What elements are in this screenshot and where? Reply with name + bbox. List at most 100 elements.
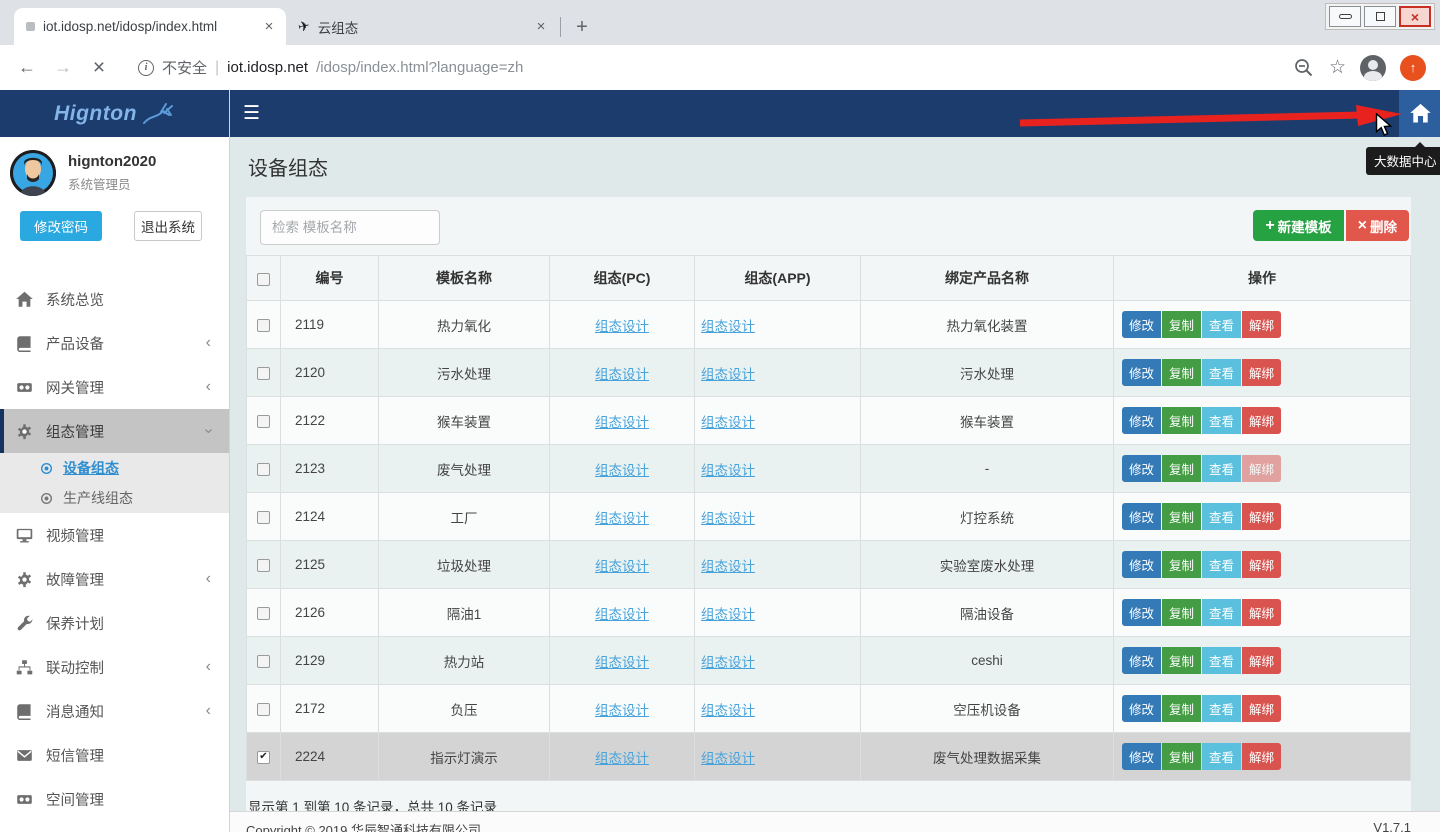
scada-pc-link[interactable]: 组态设计 bbox=[595, 463, 649, 478]
sidebar-item-1[interactable]: 产品设备 bbox=[0, 321, 229, 365]
view-button[interactable]: 查看 bbox=[1202, 407, 1241, 434]
site-info-icon[interactable] bbox=[138, 60, 154, 76]
copy-button[interactable]: 复制 bbox=[1162, 311, 1201, 338]
unbind-button[interactable]: 解绑 bbox=[1242, 599, 1281, 626]
tab-close-icon[interactable] bbox=[260, 18, 278, 36]
scada-app-link[interactable]: 组态设计 bbox=[701, 751, 755, 766]
sidebar-item-2[interactable]: 网关管理 bbox=[0, 365, 229, 409]
view-button[interactable]: 查看 bbox=[1202, 455, 1241, 482]
sidebar-item-7[interactable]: 联动控制 bbox=[0, 645, 229, 689]
sidebar-item-6[interactable]: 保养计划 bbox=[0, 601, 229, 645]
row-checkbox[interactable] bbox=[257, 607, 270, 620]
unbind-button[interactable]: 解绑 bbox=[1242, 695, 1281, 722]
new-tab-button[interactable] bbox=[569, 14, 595, 40]
unbind-button[interactable]: 解绑 bbox=[1242, 551, 1281, 578]
logout-button[interactable]: 退出系统 bbox=[134, 211, 202, 241]
view-button[interactable]: 查看 bbox=[1202, 695, 1241, 722]
restore-button[interactable] bbox=[1364, 6, 1396, 27]
back-button[interactable] bbox=[14, 55, 40, 81]
browser-tab-cloud-scada[interactable]: 云组态 bbox=[286, 8, 558, 45]
scada-app-link[interactable]: 组态设计 bbox=[701, 559, 755, 574]
unbind-button[interactable]: 解绑 bbox=[1242, 311, 1281, 338]
view-button[interactable]: 查看 bbox=[1202, 743, 1241, 770]
sidebar-subitem-1[interactable]: 生产线组态 bbox=[0, 483, 229, 513]
scada-app-link[interactable]: 组态设计 bbox=[701, 415, 755, 430]
scada-app-link[interactable]: 组态设计 bbox=[701, 703, 755, 718]
unbind-button[interactable]: 解绑 bbox=[1242, 743, 1281, 770]
copy-button[interactable]: 复制 bbox=[1162, 599, 1201, 626]
close-button[interactable] bbox=[1399, 6, 1431, 27]
scada-pc-link[interactable]: 组态设计 bbox=[595, 511, 649, 526]
scada-app-link[interactable]: 组态设计 bbox=[701, 511, 755, 526]
new-template-button[interactable]: 新建模板 bbox=[1253, 210, 1343, 241]
scada-pc-link[interactable]: 组态设计 bbox=[595, 319, 649, 334]
bookmark-star-icon[interactable] bbox=[1329, 56, 1346, 79]
edit-button[interactable]: 修改 bbox=[1122, 551, 1161, 578]
hamburger-menu-icon[interactable] bbox=[243, 102, 260, 125]
stop-reload-button[interactable] bbox=[86, 55, 112, 81]
edit-button[interactable]: 修改 bbox=[1122, 695, 1161, 722]
row-checkbox[interactable] bbox=[257, 559, 270, 572]
tab-close-icon[interactable] bbox=[532, 18, 550, 36]
sidebar-subitem-0[interactable]: 设备组态 bbox=[0, 453, 229, 483]
edit-button[interactable]: 修改 bbox=[1122, 599, 1161, 626]
big-data-center-button[interactable] bbox=[1399, 90, 1440, 137]
copy-button[interactable]: 复制 bbox=[1162, 695, 1201, 722]
extension-icon[interactable] bbox=[1400, 55, 1426, 81]
copy-button[interactable]: 复制 bbox=[1162, 551, 1201, 578]
row-checkbox[interactable] bbox=[257, 319, 270, 332]
sidebar-item-9[interactable]: 短信管理 bbox=[0, 733, 229, 777]
sidebar-item-4[interactable]: 视频管理 bbox=[0, 513, 229, 557]
copy-button[interactable]: 复制 bbox=[1162, 455, 1201, 482]
view-button[interactable]: 查看 bbox=[1202, 647, 1241, 674]
copy-button[interactable]: 复制 bbox=[1162, 743, 1201, 770]
delete-button[interactable]: 删除 bbox=[1346, 210, 1409, 241]
scada-pc-link[interactable]: 组态设计 bbox=[595, 655, 649, 670]
minimize-button[interactable] bbox=[1329, 6, 1361, 27]
unbind-button[interactable]: 解绑 bbox=[1242, 407, 1281, 434]
view-button[interactable]: 查看 bbox=[1202, 359, 1241, 386]
unbind-button[interactable]: 解绑 bbox=[1242, 647, 1281, 674]
copy-button[interactable]: 复制 bbox=[1162, 359, 1201, 386]
view-button[interactable]: 查看 bbox=[1202, 311, 1241, 338]
scada-app-link[interactable]: 组态设计 bbox=[701, 607, 755, 622]
scada-pc-link[interactable]: 组态设计 bbox=[595, 751, 649, 766]
sidebar-item-8[interactable]: 消息通知 bbox=[0, 689, 229, 733]
copy-button[interactable]: 复制 bbox=[1162, 407, 1201, 434]
scada-pc-link[interactable]: 组态设计 bbox=[595, 559, 649, 574]
row-checkbox[interactable] bbox=[257, 415, 270, 428]
zoom-out-icon[interactable] bbox=[1293, 57, 1315, 79]
copy-button[interactable]: 复制 bbox=[1162, 503, 1201, 530]
scada-pc-link[interactable]: 组态设计 bbox=[595, 415, 649, 430]
view-button[interactable]: 查看 bbox=[1202, 503, 1241, 530]
edit-button[interactable]: 修改 bbox=[1122, 647, 1161, 674]
row-checkbox[interactable] bbox=[257, 367, 270, 380]
scada-pc-link[interactable]: 组态设计 bbox=[595, 367, 649, 382]
edit-button[interactable]: 修改 bbox=[1122, 455, 1161, 482]
row-checkbox[interactable] bbox=[257, 511, 270, 524]
unbind-button[interactable]: 解绑 bbox=[1242, 503, 1281, 530]
edit-button[interactable]: 修改 bbox=[1122, 359, 1161, 386]
forward-button[interactable] bbox=[50, 55, 76, 81]
change-password-button[interactable]: 修改密码 bbox=[20, 211, 102, 241]
edit-button[interactable]: 修改 bbox=[1122, 503, 1161, 530]
copy-button[interactable]: 复制 bbox=[1162, 647, 1201, 674]
scada-app-link[interactable]: 组态设计 bbox=[701, 319, 755, 334]
row-checkbox[interactable] bbox=[257, 463, 270, 476]
browser-profile-avatar[interactable] bbox=[1360, 55, 1386, 81]
scada-pc-link[interactable]: 组态设计 bbox=[595, 703, 649, 718]
scada-app-link[interactable]: 组态设计 bbox=[701, 655, 755, 670]
edit-button[interactable]: 修改 bbox=[1122, 743, 1161, 770]
view-button[interactable]: 查看 bbox=[1202, 551, 1241, 578]
sidebar-item-3[interactable]: 组态管理 bbox=[0, 409, 229, 453]
address-bar[interactable]: 不安全 iot.idosp.net/idosp/index.html?langu… bbox=[138, 57, 1283, 78]
edit-button[interactable]: 修改 bbox=[1122, 311, 1161, 338]
edit-button[interactable]: 修改 bbox=[1122, 407, 1161, 434]
scada-app-link[interactable]: 组态设计 bbox=[701, 367, 755, 382]
row-checkbox[interactable] bbox=[257, 703, 270, 716]
select-all-checkbox[interactable] bbox=[257, 273, 270, 286]
search-input[interactable] bbox=[260, 210, 440, 245]
unbind-button[interactable]: 解绑 bbox=[1242, 455, 1281, 482]
sidebar-item-10[interactable]: 空间管理 bbox=[0, 777, 229, 821]
unbind-button[interactable]: 解绑 bbox=[1242, 359, 1281, 386]
